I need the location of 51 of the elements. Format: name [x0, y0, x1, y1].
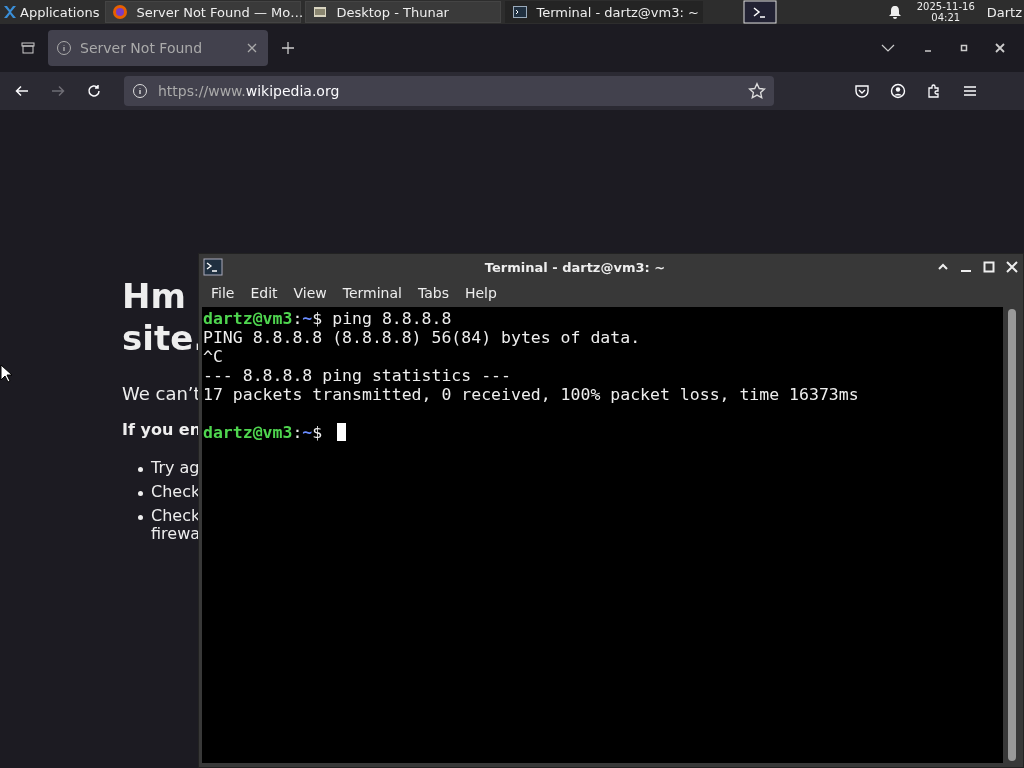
bookmark-star-icon[interactable] — [748, 82, 766, 100]
advice-item: Try ag — [151, 459, 200, 477]
menu-item[interactable]: Edit — [242, 284, 286, 301]
back-icon[interactable] — [14, 83, 30, 99]
menu-item[interactable]: Tabs — [409, 284, 457, 301]
folder-icon — [312, 4, 329, 20]
tab-overview-icon[interactable] — [20, 40, 36, 56]
advice-item: Check — [151, 483, 201, 501]
output-line: 17 packets transmitted, 0 received, 100% packet loss, time 16373ms — [203, 385, 859, 404]
menu-icon[interactable] — [962, 83, 978, 99]
menu-item[interactable]: View — [285, 284, 335, 301]
menu-item[interactable]: File — [203, 284, 243, 301]
error-message: We can’t — [122, 383, 201, 404]
advice-item: Check firewa — [151, 507, 201, 543]
bullet-icon — [138, 491, 143, 496]
taskbar-button[interactable]: Terminal - dartz@vm3: ~ — [505, 1, 704, 23]
reload-icon[interactable] — [86, 83, 102, 99]
user-name[interactable]: Dartz — [986, 4, 1022, 20]
applications-menu[interactable]: Applications — [0, 0, 106, 24]
info-icon — [132, 83, 148, 99]
bullet-icon — [138, 515, 143, 520]
clock-time: 04:21 — [931, 12, 961, 23]
error-heading: Hm — [122, 275, 186, 317]
taskbar-button[interactable]: Desktop - Thunar — [305, 1, 502, 23]
scrollbar-thumb[interactable] — [1008, 309, 1016, 761]
bullet-icon — [138, 467, 143, 472]
info-icon — [56, 40, 72, 56]
clock-date: 2025-11-16 — [916, 1, 975, 12]
maximize-icon[interactable] — [982, 260, 996, 274]
command-text: ping 8.8.8.8 — [332, 309, 452, 328]
menu-item[interactable]: Help — [456, 284, 505, 301]
mouse-pointer-icon — [0, 364, 12, 384]
address-bar[interactable]: https://www.wikipedia.org — [124, 76, 774, 106]
output-line: ^C — [203, 347, 223, 366]
output-line: PING 8.8.8.8 (8.8.8.8) 56(84) bytes of data. — [203, 328, 641, 347]
window-title: Terminal - dartz@vm3: ~ — [483, 259, 667, 275]
browser-icon — [112, 4, 129, 20]
output-line: --- 8.8.8.8 ping statistics --- — [203, 366, 511, 385]
close-icon[interactable] — [1005, 260, 1019, 274]
browser-tab[interactable]: Server Not Found — [48, 30, 268, 66]
terminal-icon — [512, 4, 529, 20]
terminal-icon — [203, 258, 223, 276]
pocket-icon[interactable] — [854, 83, 870, 99]
menu-item[interactable]: Terminal — [334, 284, 410, 301]
puzzle-icon[interactable] — [926, 83, 942, 99]
taskbar-button[interactable]: Server Not Found — Mo… — [105, 1, 302, 23]
x-logo-icon — [2, 4, 18, 20]
new-tab-icon[interactable] — [280, 40, 296, 56]
prompt: dartz@vm3:~$ — [203, 423, 323, 442]
workspace-terminal-icon[interactable] — [742, 0, 777, 24]
account-icon[interactable] — [890, 83, 906, 99]
